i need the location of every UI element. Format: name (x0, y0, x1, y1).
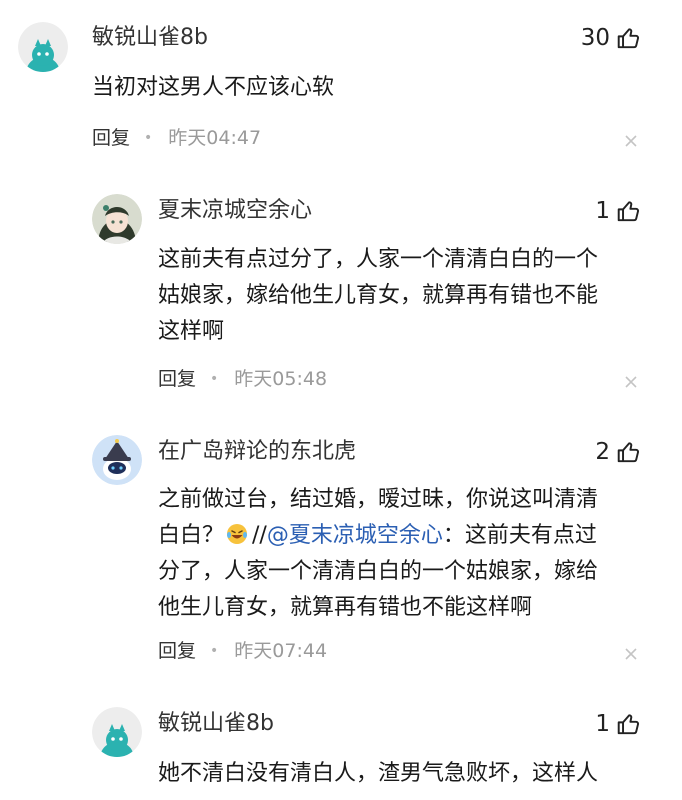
comment-text-fragment: // (252, 523, 267, 548)
timestamp: 昨天05:48 (234, 368, 328, 390)
comment-text: 之前做过台，结过婚，暧过昧，你说这叫清清 白白？ //@夏末凉城空余心：这前夫有… (158, 482, 648, 626)
comment-text-line: 姑娘家，嫁给他生儿育女，就算再有错也不能 (158, 283, 599, 308)
separator-dot: • (210, 371, 219, 387)
timestamp: 昨天04:47 (168, 127, 262, 149)
close-icon[interactable] (624, 647, 638, 661)
bird-avatar-icon (18, 22, 68, 72)
reply-button[interactable]: 回复 (158, 639, 196, 663)
reply-button[interactable]: 回复 (92, 126, 130, 150)
thumbs-up-icon (617, 442, 640, 463)
avatar[interactable] (92, 435, 142, 485)
laughing-tears-emoji-icon (227, 524, 248, 544)
separator-dot: • (210, 643, 219, 659)
comment-text-line: 分了，人家一个清清白白的一个姑娘家，嫁给 (158, 559, 599, 584)
avatar[interactable] (92, 194, 142, 244)
like-count: 2 (595, 439, 610, 465)
timestamp: 昨天07:44 (234, 640, 328, 662)
mention-link[interactable]: @夏末凉城空余心 (267, 523, 443, 548)
thumbs-up-icon (617, 201, 640, 222)
like-count: 1 (595, 198, 610, 224)
username[interactable]: 夏末凉城空余心 (158, 197, 312, 225)
separator-dot: • (144, 130, 153, 146)
like-button[interactable]: 1 (595, 197, 642, 225)
comment-text-line: 之前做过台，结过婚，暧过昧，你说这叫清清 (158, 487, 599, 512)
comment-text: 这前夫有点过分了，人家一个清清白白的一个 姑娘家，嫁给他生儿育女，就算再有错也不… (158, 242, 648, 350)
like-button[interactable]: 30 (581, 24, 642, 52)
thumbs-up-icon (617, 714, 640, 735)
like-count: 30 (580, 25, 610, 51)
username[interactable]: 敏锐山雀8b (158, 710, 274, 738)
comment-text-fragment: 白白？ (158, 523, 225, 548)
reply-button[interactable]: 回复 (158, 367, 196, 391)
anime-girl-avatar-icon (92, 194, 142, 244)
avatar[interactable] (92, 707, 142, 757)
like-button[interactable]: 1 (595, 710, 642, 738)
comment-text-line: 白白？ //@夏末凉城空余心：这前夫有点过 (158, 518, 648, 554)
avatar[interactable] (18, 22, 68, 72)
wizard-avatar-icon (92, 435, 142, 485)
comment-text-line: 这样啊 (158, 319, 225, 344)
comment-meta: 回复 • 昨天07:44 (158, 639, 327, 663)
bird-avatar-icon (92, 707, 142, 757)
comment-text-fragment: ：这前夫有点过 (442, 523, 597, 548)
comment-meta: 回复 • 昨天05:48 (158, 367, 327, 391)
comment-text-line: 这前夫有点过分了，人家一个清清白白的一个 (158, 247, 599, 272)
comment-meta: 回复 • 昨天04:47 (92, 126, 261, 150)
like-button[interactable]: 2 (595, 438, 642, 466)
close-icon[interactable] (624, 375, 638, 389)
comment-text: 她不清白没有清白人，渣男气急败坏，这样人 (158, 756, 648, 792)
comment-text-line: 他生儿育女，就算再有错也不能这样啊 (158, 595, 533, 620)
username[interactable]: 在广岛辩论的东北虎 (158, 438, 356, 466)
close-icon[interactable] (624, 134, 638, 148)
comment-text-line: 她不清白没有清白人，渣男气急败坏，这样人 (158, 761, 599, 786)
thumbs-up-icon (617, 28, 640, 49)
like-count: 1 (595, 711, 610, 737)
comment-text: 当初对这男人不应该心软 (92, 75, 335, 100)
username[interactable]: 敏锐山雀8b (92, 24, 208, 52)
